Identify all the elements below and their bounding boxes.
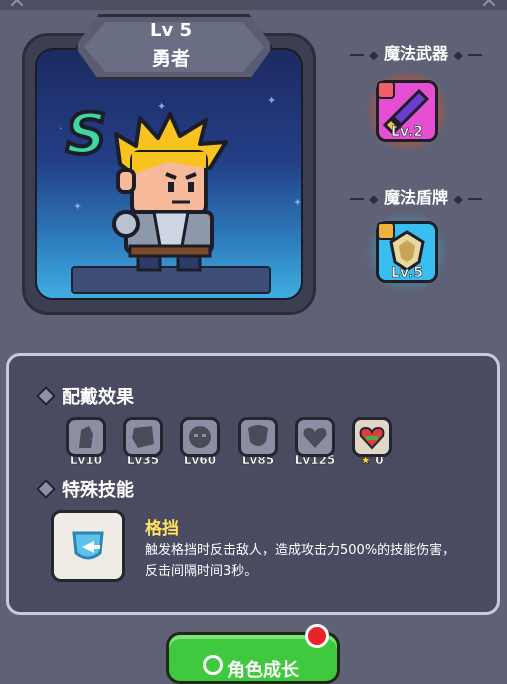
shield-label-row: ◆ 魔法盾牌 ◆ [336, 184, 496, 208]
magic-sword-icon: Lv.2 [376, 80, 438, 142]
heart-gem-icon [352, 417, 392, 457]
sparkle-icon: · [59, 122, 63, 135]
wear-effect-item[interactable]: Lv125 [293, 417, 337, 467]
skill-name: 格挡 [145, 519, 179, 539]
heart-icon [295, 417, 335, 457]
shield-level: Lv.5 [391, 265, 424, 282]
diamond-icon: ◆ [453, 48, 463, 62]
refresh-icon [203, 655, 223, 675]
hero-level: Lv 5 [150, 20, 192, 41]
diamond-icon: ◆ [369, 192, 379, 206]
weapon-slot[interactable]: Lv.2 [366, 70, 448, 152]
diamond-icon: ◆ [369, 48, 379, 62]
special-skill-title: 特殊技能 [62, 480, 134, 501]
shield-crest-icon [123, 417, 163, 457]
diamond-icon: ◆ [453, 192, 463, 206]
wear-effects-title: 配戴效果 [62, 387, 134, 408]
weapon-label-row: ◆ 魔法武器 ◆ [336, 40, 496, 64]
weapon-level: Lv.2 [391, 124, 424, 141]
weapon-label: 魔法武器 [383, 44, 448, 63]
notification-dot [305, 624, 329, 648]
top-bar [0, 0, 507, 10]
shield-label: 魔法盾牌 [383, 188, 448, 207]
sparkle-icon: ✦ [267, 94, 277, 107]
shield-slot[interactable]: Lv.5 [366, 211, 448, 293]
shadow-figure-icon [66, 417, 106, 457]
wear-effect-item[interactable]: Lv10 [64, 417, 108, 467]
hero-rank-badge: S [64, 100, 108, 169]
hero-name: 勇者 [151, 48, 190, 70]
sparkle-icon: ✦ [73, 200, 83, 213]
character-growth-label: 角色成长 [227, 660, 299, 681]
block-shield-icon[interactable] [51, 510, 125, 582]
demon-face-icon [180, 417, 220, 457]
sparkle-icon: ✦ [293, 196, 303, 209]
skill-description: 触发格挡时反击敌人，造成攻击力500%的技能伤害，反击间隔时间3秒。 [145, 543, 456, 579]
magic-shield-icon: Lv.5 [376, 221, 438, 283]
wear-effect-item[interactable]: Lv85 [236, 417, 280, 467]
wear-effect-item[interactable]: ★ 0 [350, 417, 394, 467]
shield-icon [238, 417, 278, 457]
wear-effect-item[interactable]: Lv35 [121, 417, 165, 467]
right-corner-icon: ✕ [479, 0, 499, 14]
wear-effect-item[interactable]: Lv60 [178, 417, 222, 467]
left-corner-icon: ✕ [7, 0, 27, 14]
hero-sprite[interactable] [110, 112, 232, 272]
